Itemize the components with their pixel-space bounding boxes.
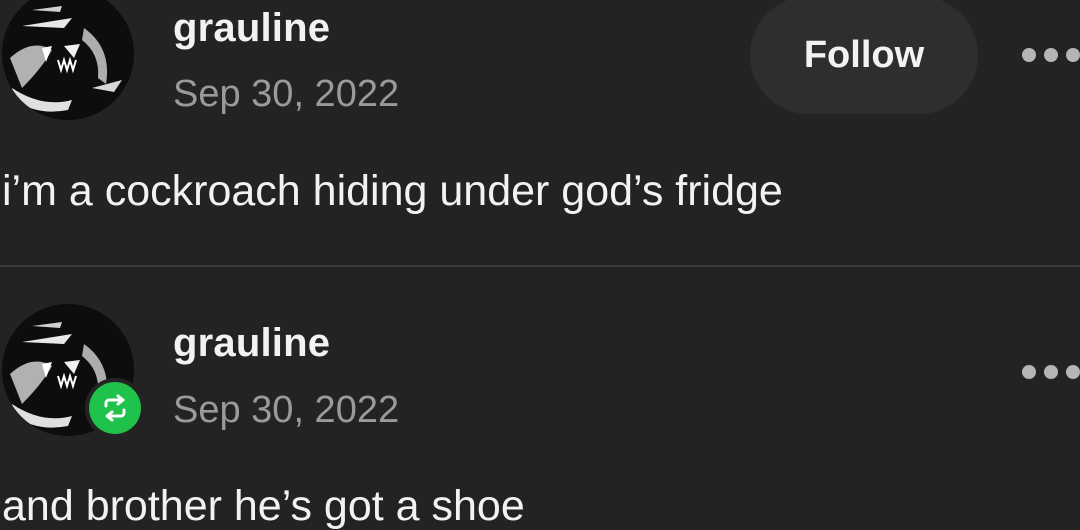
more-dot [1066, 365, 1080, 379]
post-author-username[interactable]: grauline [173, 323, 330, 363]
more-dot [1044, 48, 1058, 62]
avatar-image [2, 0, 134, 120]
post-author-username[interactable]: grauline [173, 8, 330, 48]
more-dot [1066, 48, 1080, 62]
more-horizontal-icon[interactable] [1022, 362, 1080, 382]
reblog-badge [85, 378, 145, 438]
post-body-text: i’m a cockroach hiding under god’s fridg… [2, 167, 783, 215]
more-dot [1022, 48, 1036, 62]
avatar[interactable] [2, 0, 134, 120]
post-thread: grauline Sep 30, 2022 Follow i’m a cockr… [0, 0, 1080, 530]
more-horizontal-icon[interactable] [1022, 45, 1080, 65]
more-dot [1022, 365, 1036, 379]
post: grauline Sep 30, 2022 Follow i’m a cockr… [0, 0, 1080, 266]
more-dot [1044, 365, 1058, 379]
post: grauline Sep 30, 2022 and brother he’s g… [0, 267, 1080, 530]
post-date: Sep 30, 2022 [173, 73, 400, 115]
follow-button[interactable]: Follow [750, 0, 978, 114]
post-body-text: and brother he’s got a shoe [2, 482, 525, 530]
reblog-icon [89, 382, 141, 434]
post-date: Sep 30, 2022 [173, 389, 400, 431]
